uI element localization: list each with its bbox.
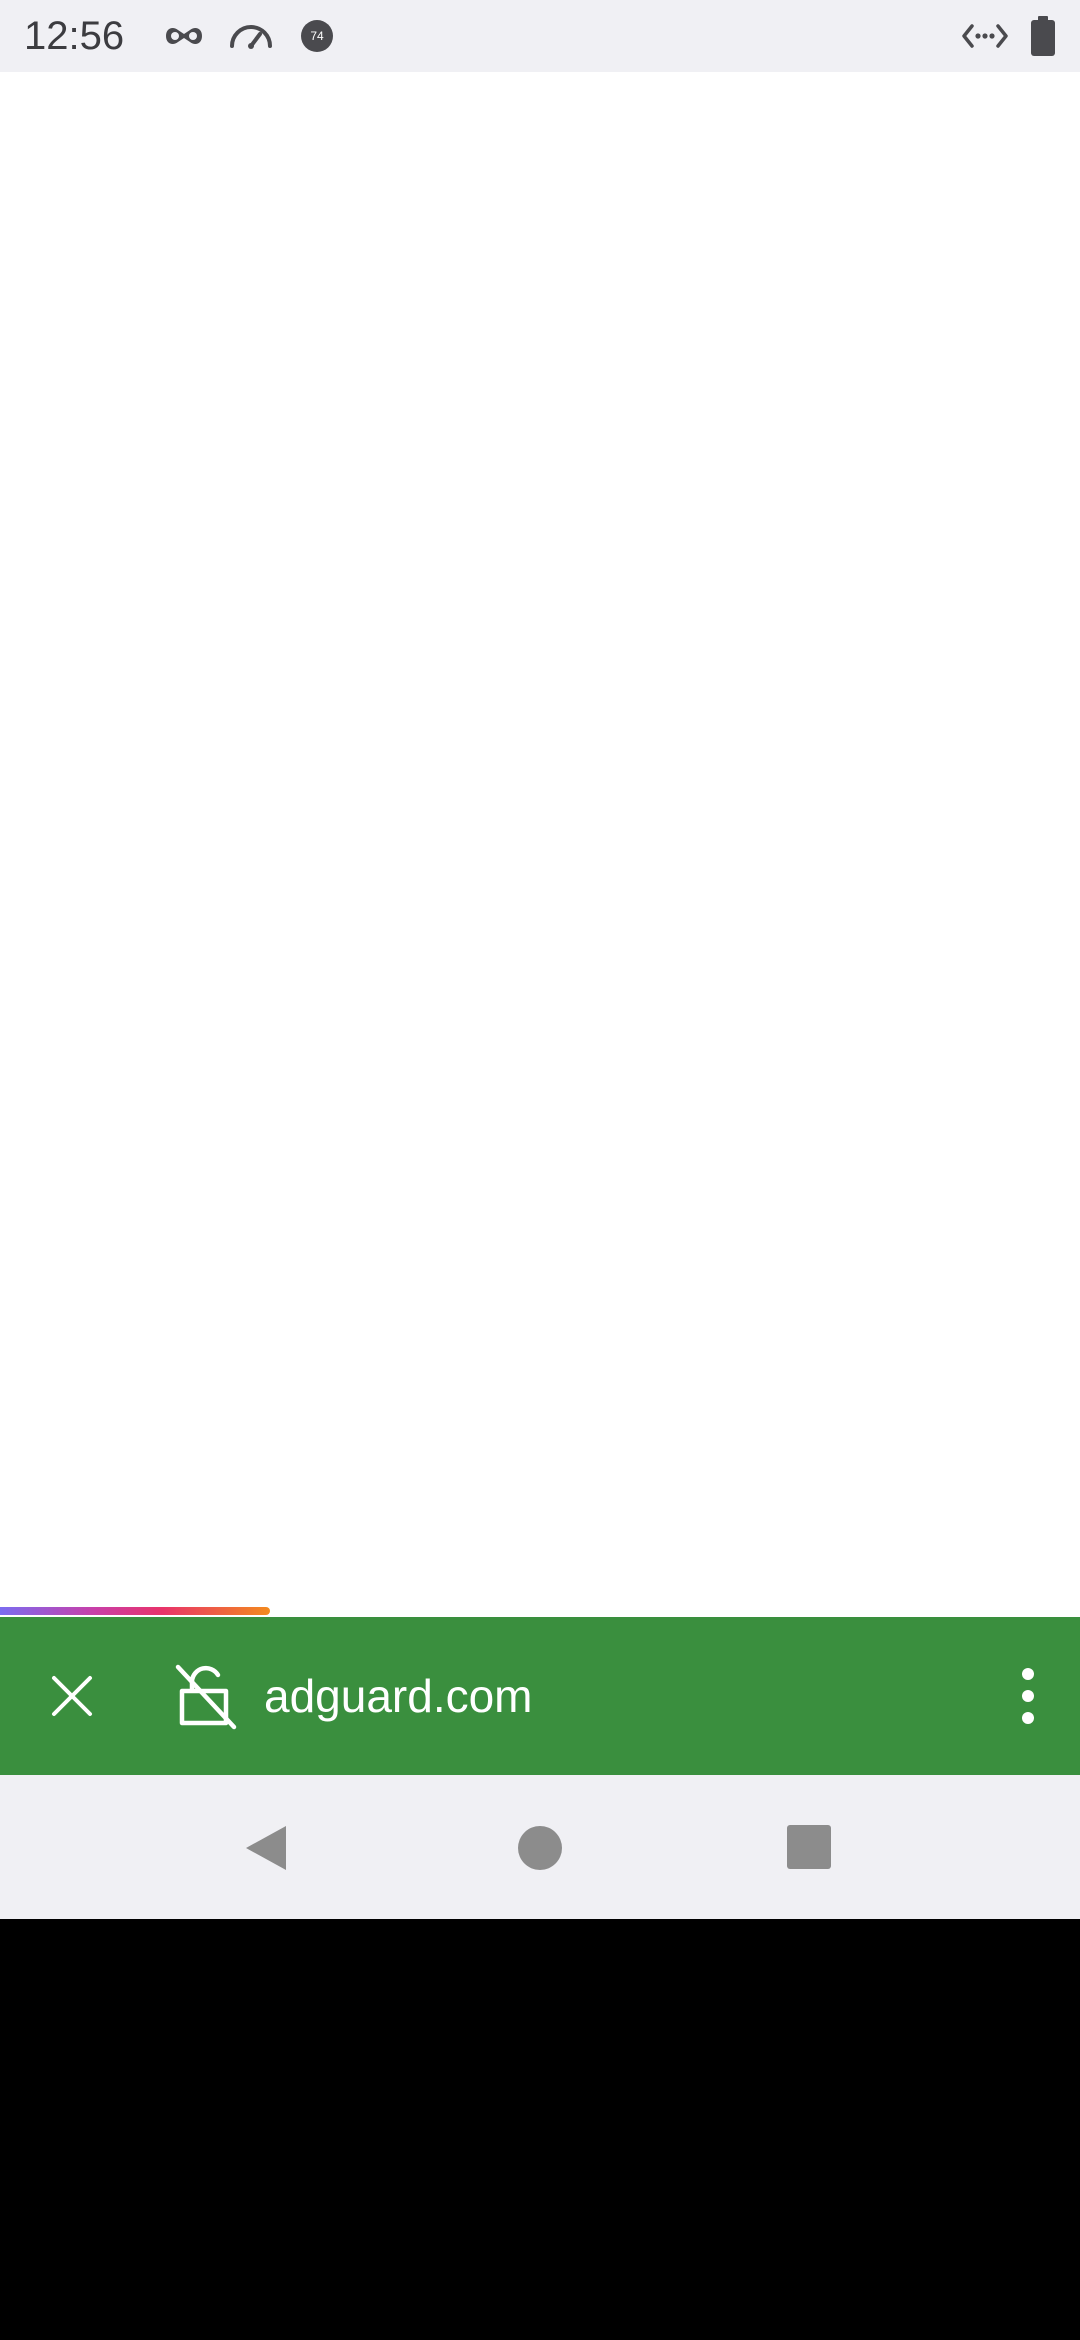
overflow-menu-icon[interactable] (1004, 1661, 1052, 1731)
back-icon[interactable] (240, 1822, 290, 1874)
insecure-lock-icon[interactable] (172, 1661, 240, 1731)
badge-74-icon: 74 (301, 20, 333, 52)
browser-toolbar: adguard.com (0, 1617, 1080, 1775)
battery-icon (1031, 16, 1055, 56)
close-icon[interactable] (40, 1664, 104, 1728)
progress-fill (0, 1607, 270, 1615)
screen-bottom-area (0, 1919, 1080, 2340)
url-text[interactable]: adguard.com (264, 1665, 533, 1727)
home-icon[interactable] (516, 1824, 564, 1872)
web-content[interactable] (0, 72, 1080, 1617)
clock-time: 12:56 (24, 14, 125, 58)
status-bar: 12:56 74 (0, 0, 1080, 72)
badge-text: 74 (310, 29, 324, 43)
speedometer-icon (230, 25, 272, 49)
recents-icon[interactable] (786, 1824, 832, 1870)
incognito-icon (166, 28, 202, 44)
navigation-bar (0, 1775, 1080, 1919)
page-load-progress (0, 1607, 1080, 1617)
data-saver-icon (962, 24, 1008, 48)
